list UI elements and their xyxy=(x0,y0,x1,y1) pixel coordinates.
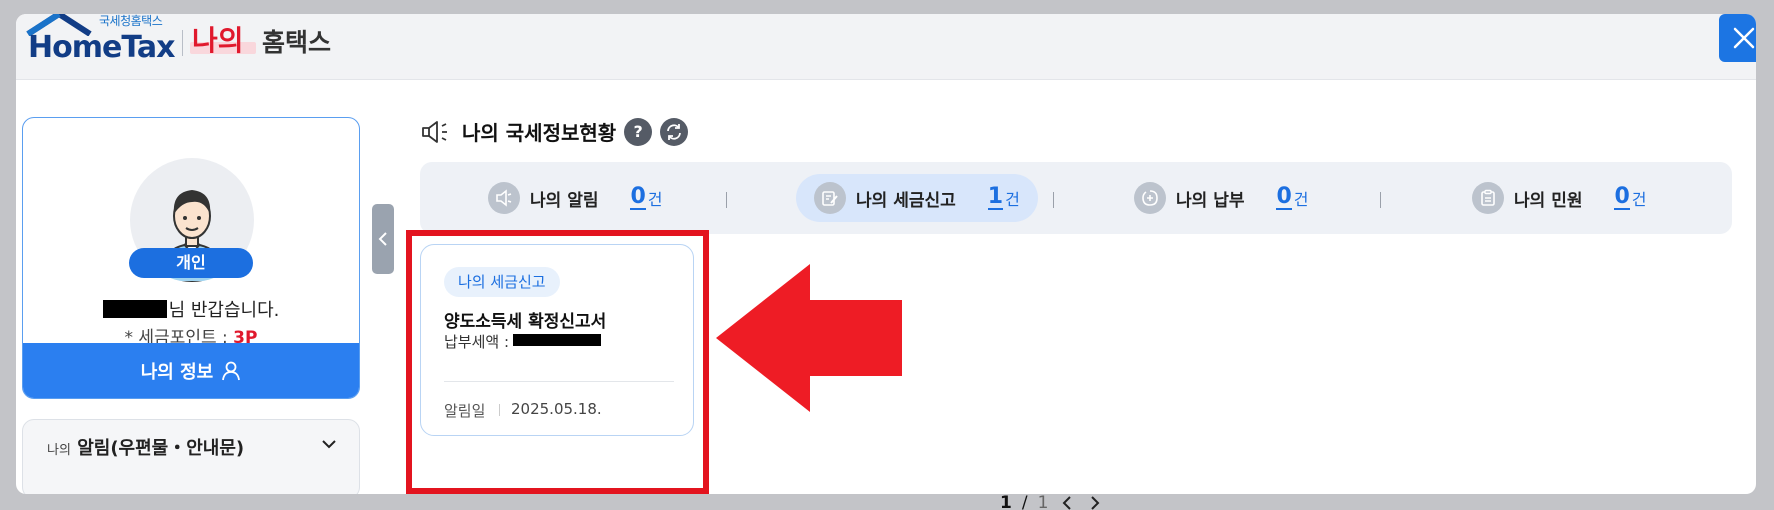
card-date: 2025.05.18. xyxy=(511,400,602,418)
megaphone-icon xyxy=(488,182,520,214)
card-title: 양도소득세 확정신고서 xyxy=(444,312,607,332)
greeting-text: 님 반갑습니다. xyxy=(168,300,280,321)
status-label: 나의 알림 xyxy=(530,190,599,211)
tax-filing-card[interactable]: 나의 세금신고 양도소득세 확정신고서 납부세액 : 알림일 2025.05.1… xyxy=(420,244,694,436)
status-count[interactable]: 0 xyxy=(1614,186,1630,210)
profile-card: 개인 님 반갑습니다. * 세금포인트 : 3P 나의 정보 xyxy=(22,117,360,399)
redacted-name xyxy=(102,300,167,318)
user-type-badge: 개인 xyxy=(129,248,253,278)
status-count[interactable]: 0 xyxy=(1276,186,1292,210)
card-tax-amount: 납부세액 : xyxy=(444,331,602,352)
status-unit: 건 xyxy=(1293,190,1309,209)
logo-wordmark: HomeTax xyxy=(28,30,176,65)
status-divider xyxy=(1053,192,1054,208)
section-title: 나의 국세정보현황 xyxy=(462,121,617,145)
refresh-button[interactable] xyxy=(660,117,689,146)
refresh-icon xyxy=(667,123,682,140)
pagination: 1 / 1 xyxy=(1000,493,1104,510)
red-arrow-left-icon xyxy=(716,264,902,412)
status-label: 나의 납부 xyxy=(1176,190,1245,211)
status-count[interactable]: 0 xyxy=(630,186,646,210)
status-unit: 건 xyxy=(1631,190,1647,209)
status-item-civil-petition[interactable]: 나의 민원 0 건 xyxy=(1454,174,1665,222)
notice-title-main: 알림(우편물・안내문) xyxy=(77,438,245,459)
prev-page-button[interactable] xyxy=(1058,494,1076,510)
sidebar-collapse-button[interactable] xyxy=(372,204,394,274)
megaphone-icon xyxy=(422,120,447,143)
page-current: 1 xyxy=(1000,493,1012,510)
clipboard-icon xyxy=(1472,182,1504,214)
status-item-tax-filing[interactable]: 나의 세금신고 1 건 xyxy=(796,174,1038,222)
status-label: 나의 세금신고 xyxy=(856,190,956,211)
card-category-tag: 나의 세금신고 xyxy=(444,267,560,297)
page-title: 홈택스 xyxy=(262,28,332,57)
question-icon: ? xyxy=(633,122,643,141)
card-date-label: 알림일 xyxy=(444,402,486,420)
hometax-logo[interactable]: 국세청홈택스 HomeTax xyxy=(22,14,182,76)
close-button[interactable] xyxy=(1719,14,1756,62)
status-divider xyxy=(726,192,727,208)
payment-icon xyxy=(1134,182,1166,214)
card-tax-amount-label: 납부세액 : xyxy=(444,333,510,351)
status-count[interactable]: 1 xyxy=(987,186,1004,210)
status-unit: 건 xyxy=(1005,190,1020,209)
notice-title-prefix: 나의 xyxy=(47,443,71,458)
status-label: 나의 민원 xyxy=(1514,190,1583,211)
notice-accordion-title: 나의 알림(우편물・안내문) xyxy=(47,434,244,460)
header-divider xyxy=(182,30,183,56)
my-info-button[interactable]: 나의 정보 xyxy=(23,343,359,398)
page-total: 1 xyxy=(1037,493,1049,510)
help-button[interactable]: ? xyxy=(624,117,653,146)
next-page-button[interactable] xyxy=(1086,494,1104,510)
status-divider xyxy=(1380,192,1381,208)
notice-accordion[interactable]: 나의 알림(우편물・안내문) xyxy=(22,419,360,494)
card-divider xyxy=(444,381,674,382)
chevron-right-icon xyxy=(1091,496,1100,510)
person-icon xyxy=(222,361,241,380)
section-header: 나의 국세정보현황 ? xyxy=(420,117,689,146)
status-item-payment[interactable]: 나의 납부 0 건 xyxy=(1116,174,1327,222)
my-info-label: 나의 정보 xyxy=(140,361,214,383)
my-hometax-modal: 국세청홈택스 HomeTax 나의 홈택스 개인 님 반갑습니다. * 세금포인… xyxy=(16,14,1756,494)
page-title-my: 나의 xyxy=(192,24,244,57)
card-date-separator xyxy=(499,404,500,416)
status-unit: 건 xyxy=(647,190,663,209)
greeting: 님 반갑습니다. xyxy=(23,296,359,322)
chevron-down-icon xyxy=(322,440,336,449)
chevron-left-icon xyxy=(378,232,387,246)
chevron-left-icon xyxy=(1062,496,1072,510)
modal-header: 국세청홈택스 HomeTax 나의 홈택스 xyxy=(16,14,1756,80)
logo-subtitle: 국세청홈택스 xyxy=(99,14,163,28)
status-summary-bar: 나의 알림 0 건 나의 세금신고 1 건 나의 납부 0 건 나의 민원 0 … xyxy=(420,162,1732,234)
page-separator: / xyxy=(1021,493,1028,510)
close-icon xyxy=(1733,27,1755,49)
redacted-amount xyxy=(513,334,602,346)
edit-document-icon xyxy=(814,182,846,214)
status-item-notifications[interactable]: 나의 알림 0 건 xyxy=(470,174,681,222)
